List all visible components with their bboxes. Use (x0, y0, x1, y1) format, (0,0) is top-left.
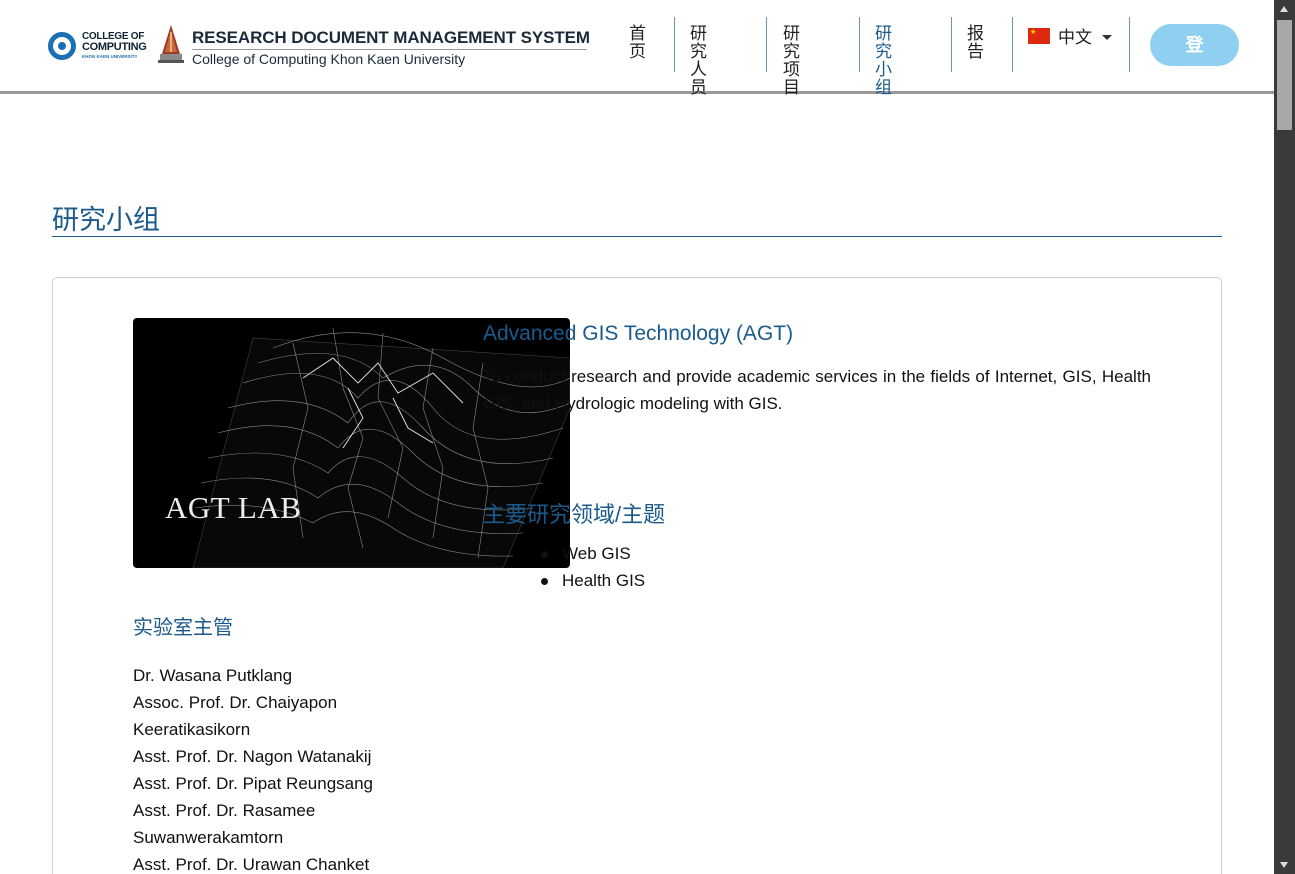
lab-image-caption: AGT LAB (165, 490, 302, 525)
site-header: COLLEGE OF COMPUTING KHON KAEN UNIVERSIT… (0, 0, 1274, 97)
lab-description: To conduct research and provide academic… (483, 367, 1151, 413)
lab-cover-image: AGT LAB (133, 318, 570, 568)
terrain-wireframe-graphic (192, 327, 570, 568)
college-of-computing-logo: COLLEGE OF COMPUTING KHON KAEN UNIVERSIT… (48, 30, 152, 60)
page-scrollbar[interactable] (1274, 0, 1295, 874)
nav-item-research-groups[interactable]: 研究小 组 (875, 17, 892, 97)
nav-divider (951, 17, 952, 72)
college-logo-mark-icon (48, 32, 76, 60)
nav-divider (1129, 17, 1130, 72)
lab-heads-heading: 实验室主管 (133, 617, 233, 639)
nav-item-reports[interactable]: 报 告 (967, 17, 984, 72)
lab-head-name: Asst. Prof. Dr. Nagon Watanakij (133, 747, 372, 766)
nav-divider (766, 17, 767, 72)
lab-head-name: Dr. Wasana Putklang (133, 666, 293, 685)
nav-item-researchers[interactable]: 研究人 员 (690, 17, 707, 97)
nav-divider (674, 17, 675, 72)
lab-head-name: Assoc. Prof. Dr. Chaiyapon Keeratikasiko… (133, 693, 338, 739)
list-item: Web GIS (540, 540, 645, 567)
list-item: Health GIS (540, 567, 645, 594)
nav-item-label: 研究人 (690, 24, 707, 79)
lab-head-name: Asst. Prof. Dr. Rasamee Suwanwerakamtorn (133, 801, 316, 847)
college-logo-text-line3: KHON KAEN UNIVERSITY (82, 54, 138, 59)
nav-item-label: 研究项 (783, 24, 800, 79)
nav-item-projects[interactable]: 研究项 目 (783, 17, 800, 97)
scroll-down-arrow-icon[interactable] (1280, 862, 1288, 868)
language-dropdown[interactable]: ★ 中文 (1028, 23, 1112, 48)
chevron-down-icon (1102, 35, 1112, 40)
focus-areas-list: Web GIS Health GIS (540, 540, 645, 594)
login-button[interactable]: 登 (1150, 24, 1239, 66)
page-title: 研究小组 (52, 205, 160, 235)
nav-item-label: 组 (875, 78, 892, 97)
scroll-up-arrow-icon[interactable] (1280, 6, 1288, 12)
lab-heads-list: Dr. Wasana Putklang Assoc. Prof. Dr. Cha… (133, 662, 413, 874)
nav-item-home[interactable]: 首 页 (629, 17, 646, 72)
title-divider (52, 236, 1222, 237)
china-flag-icon: ★ (1028, 28, 1050, 44)
nav-item-label: 研究小 (875, 24, 892, 79)
lab-head-name: Asst. Prof. Dr. Pipat Reungsang (133, 774, 374, 793)
system-title: RESEARCH DOCUMENT MANAGEMENT SYSTEM (192, 28, 590, 47)
nav-divider (859, 17, 860, 72)
scroll-thumb[interactable] (1277, 20, 1292, 130)
nav-item-label: 报 (967, 24, 984, 43)
kku-emblem-icon (158, 25, 184, 63)
language-label: 中文 (1058, 28, 1092, 47)
lab-head-name: Asst. Prof. Dr. Urawan Chanket (133, 855, 370, 874)
nav-item-label: 页 (629, 42, 646, 61)
focus-areas-heading: 主要研究领域/主题 (483, 502, 666, 527)
college-logo-text-line2: COMPUTING (82, 41, 147, 53)
nav-divider (1012, 17, 1013, 72)
nav-item-label: 告 (967, 42, 984, 61)
system-subtitle: College of Computing Khon Kaen Universit… (192, 49, 587, 67)
lab-title: Advanced GIS Technology (AGT) (483, 322, 794, 345)
nav-item-label: 员 (690, 78, 707, 97)
nav-item-label: 目 (783, 78, 800, 97)
nav-item-label: 首 (629, 24, 646, 43)
